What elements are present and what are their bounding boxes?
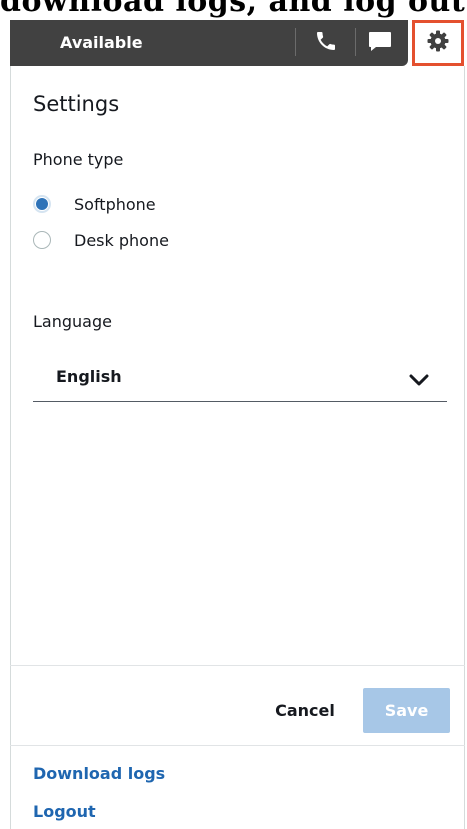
divider xyxy=(355,28,356,56)
chat-button[interactable] xyxy=(361,20,399,66)
phone-icon xyxy=(314,29,338,57)
gear-icon xyxy=(426,29,450,57)
language-label: Language xyxy=(33,312,112,331)
cancel-button[interactable]: Cancel xyxy=(265,697,345,725)
phone-button[interactable] xyxy=(307,20,345,66)
divider xyxy=(295,28,296,56)
agent-status[interactable]: Available xyxy=(60,20,143,66)
radio-button[interactable] xyxy=(33,231,51,249)
language-select[interactable]: English xyxy=(33,357,447,402)
phone-type-label: Phone type xyxy=(33,150,124,169)
radio-button[interactable] xyxy=(33,195,51,213)
radio-label: Desk phone xyxy=(74,230,169,250)
page-title: Settings xyxy=(33,92,120,116)
page-caption: download logs, and log out. xyxy=(0,0,467,19)
logout-link[interactable]: Logout xyxy=(33,802,96,821)
download-logs-link[interactable]: Download logs xyxy=(33,764,165,783)
radio-label: Softphone xyxy=(74,194,156,214)
save-button[interactable]: Save xyxy=(363,688,450,733)
language-value: English xyxy=(56,367,122,386)
radio-desk-phone[interactable]: Desk phone xyxy=(33,228,169,252)
top-bar: Available xyxy=(10,20,408,66)
settings-button[interactable] xyxy=(412,20,464,66)
divider xyxy=(10,745,465,746)
chevron-down-icon xyxy=(409,372,429,391)
chat-icon xyxy=(367,29,393,57)
divider xyxy=(10,665,465,666)
radio-softphone[interactable]: Softphone xyxy=(33,192,156,216)
